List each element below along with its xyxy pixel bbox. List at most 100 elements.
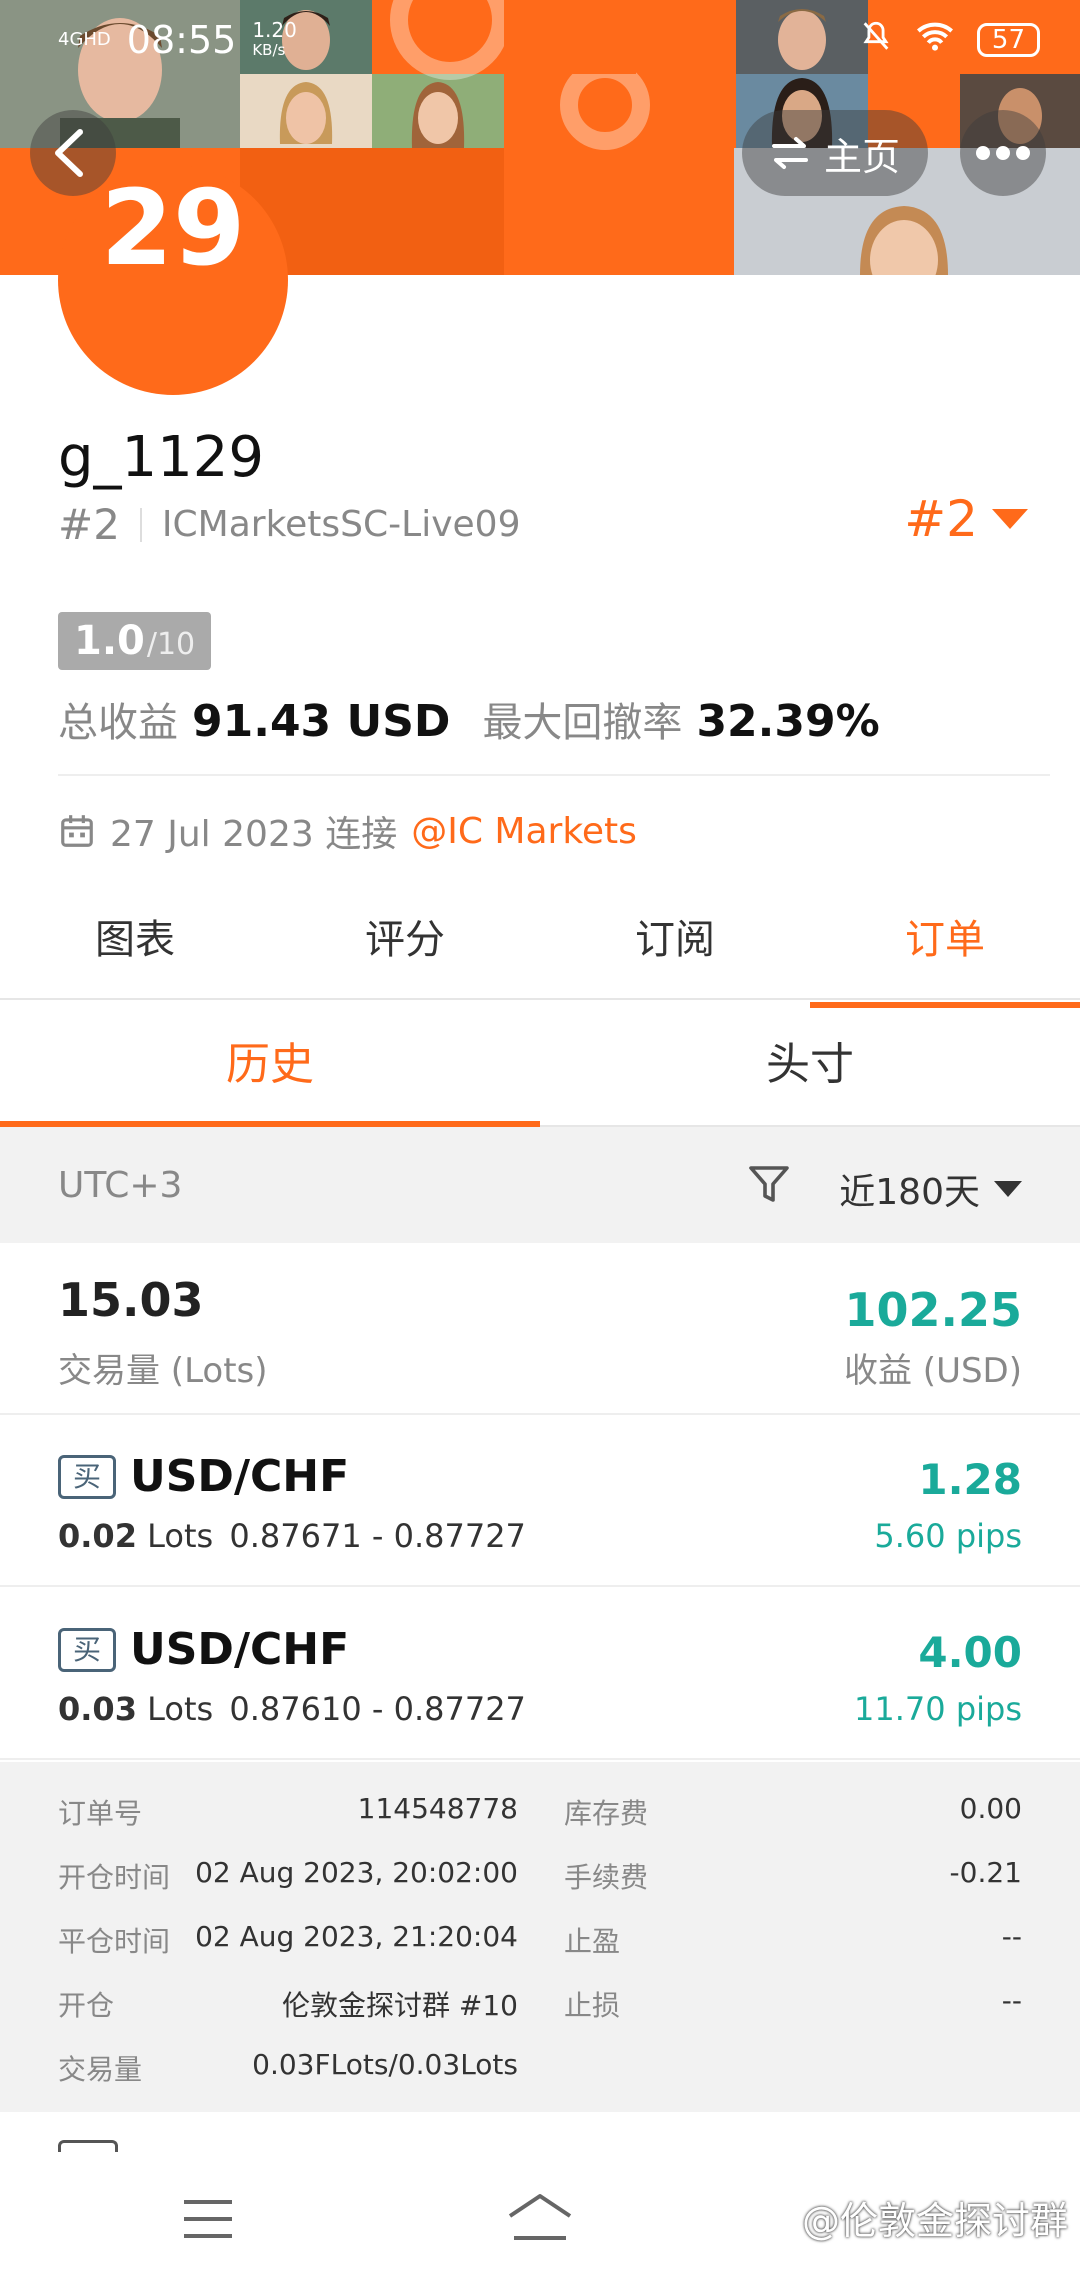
trade-symbol: USD/CHF (130, 1624, 350, 1675)
detail-row: 开仓时间 02 Aug 2023, 20:02:00 手续费 -0.21 (0, 1856, 1080, 1906)
open-time-label: 开仓时间 (58, 1861, 171, 1894)
totals-row: 15.03 交易量 (Lots) 102.25 收益 (USD) (0, 1243, 1080, 1415)
rank-dropdown-label: #2 (904, 490, 978, 548)
swap-label: 库存费 (564, 1797, 649, 1830)
tab-rating[interactable]: 评分 (270, 900, 540, 998)
detail-row: 平仓时间 02 Aug 2023, 21:20:04 止盈 -- (0, 1920, 1080, 1970)
trade-profit: 1.28 (918, 1455, 1022, 1504)
trade-profit: 4.00 (918, 1628, 1022, 1677)
commission-label: 手续费 (564, 1861, 649, 1894)
caret-down-icon (994, 1181, 1022, 1197)
trade-prices: 0.87671 - 0.87727 (229, 1517, 526, 1555)
trade-row[interactable]: 买 USD/CHF 0.03 Lots 0.87610 - 0.87727 4.0… (0, 1588, 1080, 1760)
filter-bar: UTC+3 近180天 (0, 1127, 1080, 1243)
more-dots-icon (976, 146, 1030, 160)
wifi-icon (915, 18, 955, 62)
trade-lots-unit: Lots (147, 1690, 214, 1728)
trade-pips: 5.60 pips (874, 1517, 1022, 1555)
connected-date: 27 Jul 2023 连接 (110, 814, 398, 855)
tab-orders[interactable]: 订单 (810, 900, 1080, 1008)
server-name: ICMarketsSC-Live09 (161, 504, 521, 545)
take-profit-label: 止盈 (564, 1925, 621, 1958)
total-profit-value: 91.43 USD (192, 696, 451, 747)
net-speed-value: 1.20 (252, 18, 297, 42)
back-button[interactable] (30, 110, 116, 196)
net-speed: 1.20 KB/s (252, 20, 297, 60)
broker-link[interactable]: @IC Markets (411, 811, 637, 852)
total-volume-label: 交易量 (Lots) (58, 1351, 268, 1391)
score-value: 1.0 (74, 618, 145, 664)
trade-pips: 11.70 pips (854, 1690, 1022, 1728)
stop-loss-value: -- (1001, 1984, 1022, 2017)
mute-icon (859, 18, 893, 62)
menu-icon[interactable] (180, 2196, 236, 2246)
buy-tag: 买 (58, 1454, 116, 1499)
rank-dropdown[interactable]: #2 (904, 490, 1028, 548)
swap-icon (771, 137, 808, 169)
order-no-label: 订单号 (58, 1797, 143, 1830)
avatar-photo (372, 74, 504, 148)
range-label: 近180天 (839, 1172, 980, 1213)
more-button[interactable] (960, 110, 1046, 196)
network-indicator: 4GHD (58, 29, 111, 50)
total-profit-value: 102.25 (844, 1283, 1022, 1337)
take-profit-value: -- (1001, 1920, 1022, 1953)
detail-row: 开仓 伦敦金探讨群 #10 止损 -- (0, 1984, 1080, 2034)
battery-indicator: 57 (976, 23, 1040, 57)
order-no-value: 114548778 (357, 1792, 518, 1825)
timezone-label: UTC+3 (58, 1165, 183, 1206)
divider (58, 774, 1050, 776)
account-subline: #2 ICMarketsSC-Live09 (58, 500, 520, 549)
open-time-value: 02 Aug 2023, 20:02:00 (195, 1856, 518, 1889)
trade-details-panel: 订单号 114548778 库存费 0.00 开仓时间 02 Aug 2023,… (0, 1762, 1080, 2112)
swap-value: 0.00 (959, 1792, 1022, 1825)
open-source-value: 伦敦金探讨群 #10 (282, 1989, 518, 2022)
trade-prices: 0.87610 - 0.87727 (229, 1690, 526, 1728)
connection-info: 27 Jul 2023 连接 @IC Markets (58, 805, 637, 857)
home-label: 主页 (823, 134, 900, 179)
trade-lots: 0.02 (58, 1517, 137, 1555)
total-profit-label: 收益 (USD) (844, 1351, 1022, 1391)
buy-tag: 买 (58, 1627, 116, 1672)
clock: 08:55 (126, 18, 237, 62)
tab-subscribe[interactable]: 订阅 (540, 900, 810, 998)
main-tabs: 图表 评分 订阅 订单 (0, 900, 1080, 1008)
tab-chart[interactable]: 图表 (0, 900, 270, 998)
close-time-value: 02 Aug 2023, 21:20:04 (195, 1920, 518, 1953)
home-nav-icon[interactable] (504, 2190, 576, 2250)
divider (139, 507, 142, 542)
caret-down-icon (992, 509, 1028, 529)
max-drawdown-label: 最大回撤率 (482, 700, 683, 746)
trade-lots: 0.03 (58, 1690, 137, 1728)
calendar-icon (61, 815, 93, 847)
commission-value: -0.21 (949, 1856, 1022, 1889)
detail-row: 交易量 0.03FLots/0.03Lots (0, 2048, 1080, 2098)
open-source-label: 开仓 (58, 1989, 115, 2022)
tab-positions[interactable]: 头寸 (540, 1005, 1080, 1125)
username: g_1129 (58, 425, 265, 490)
stop-loss-label: 止损 (564, 1989, 621, 2022)
range-dropdown[interactable]: 近180天 (839, 1163, 1022, 1215)
close-time-label: 平仓时间 (58, 1925, 171, 1958)
rank-hash: #2 (58, 500, 120, 549)
trade-row[interactable]: 买 USD/CHF 0.02 Lots 0.87671 - 0.87727 1.2… (0, 1415, 1080, 1587)
home-button[interactable]: 主页 (742, 110, 928, 196)
stats-summary: 总收益 91.43 USD 最大回撤率 32.39% (58, 690, 880, 748)
total-profit-label: 总收益 (58, 700, 178, 746)
watermark: @伦敦金探讨群 (801, 2199, 1068, 2243)
status-bar: 4GHD 08:55 1.20 KB/s 57 (0, 0, 1080, 80)
trade-lots-unit: Lots (147, 1517, 214, 1555)
volume-label: 交易量 (58, 2053, 143, 2086)
score-badge: 1.0 /10 (58, 612, 212, 670)
trade-symbol: USD/CHF (130, 1451, 350, 1502)
tab-history[interactable]: 历史 (0, 1005, 540, 1127)
filter-icon[interactable] (745, 1159, 793, 1218)
net-speed-unit: KB/s (252, 41, 286, 59)
next-trade-tag (58, 2140, 118, 2152)
sub-tabs: 历史 头寸 (0, 1005, 1080, 1127)
score-max: /10 (146, 627, 196, 662)
chevron-left-icon (55, 129, 83, 177)
total-volume-value: 15.03 (58, 1273, 204, 1327)
rank-badge: 29 (58, 165, 288, 395)
detail-row: 订单号 114548778 库存费 0.00 (0, 1792, 1080, 1842)
